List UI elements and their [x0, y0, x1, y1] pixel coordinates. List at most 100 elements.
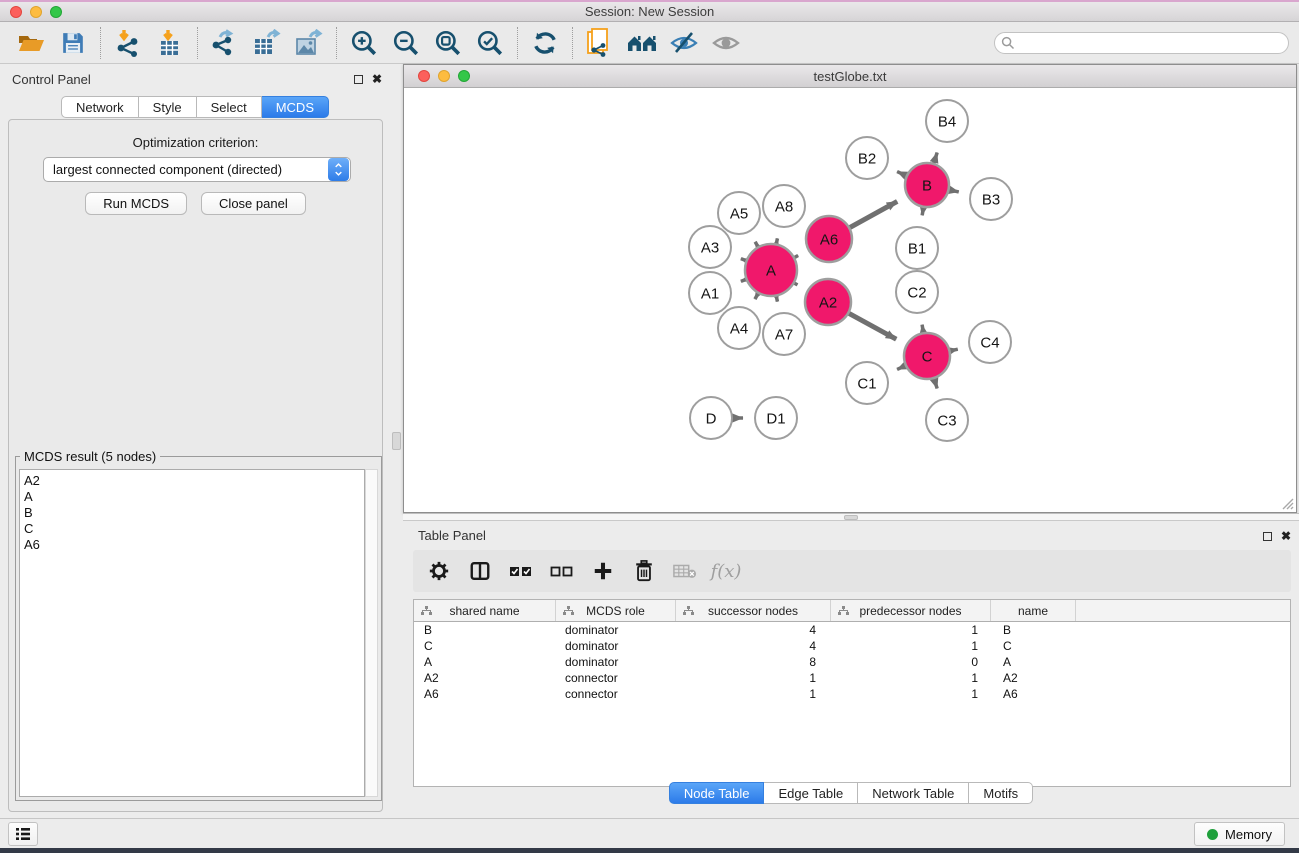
table-cell[interactable]: 1: [831, 622, 991, 638]
graph-edge-A-A3[interactable]: [741, 259, 746, 261]
table-cell[interactable]: C: [414, 638, 556, 654]
zoom-out-button[interactable]: [385, 25, 427, 61]
resize-grip-icon[interactable]: [1278, 494, 1294, 510]
table-cell[interactable]: dominator: [556, 638, 676, 654]
panel-splitter[interactable]: [390, 64, 403, 818]
unselect-all-columns-button[interactable]: [550, 558, 574, 584]
delete-columns-button[interactable]: [632, 558, 656, 584]
column-header-name[interactable]: name: [991, 600, 1076, 621]
export-image-button[interactable]: [288, 25, 330, 61]
graph-edge-C-C1[interactable]: [897, 366, 905, 370]
graph-edge-A2-C[interactable]: [849, 313, 896, 339]
table-row[interactable]: A2connector11A2: [414, 670, 1290, 686]
graph-edge-A-A7[interactable]: [776, 296, 777, 301]
close-panel-icon[interactable]: ✖: [372, 73, 382, 85]
criterion-select[interactable]: largest connected component (directed): [43, 157, 351, 182]
table-cell[interactable]: 1: [831, 686, 991, 702]
memory-button[interactable]: Memory: [1194, 822, 1285, 846]
table-cell[interactable]: 1: [676, 670, 831, 686]
tab-network[interactable]: Network: [61, 96, 139, 118]
close-panel-icon[interactable]: ✖: [1281, 530, 1291, 542]
mcds-result-item[interactable]: C: [24, 521, 364, 537]
hide-selected-button[interactable]: [663, 25, 705, 61]
import-network-button[interactable]: [107, 25, 149, 61]
table-cell[interactable]: dominator: [556, 622, 676, 638]
show-all-button[interactable]: [705, 25, 747, 61]
table-row[interactable]: Cdominator41C: [414, 638, 1290, 654]
graph-edge-C-C3[interactable]: [934, 379, 937, 389]
tab-mcds[interactable]: MCDS: [262, 96, 329, 118]
zoom-in-button[interactable]: [343, 25, 385, 61]
float-panel-icon[interactable]: [354, 75, 363, 84]
graph-edge-A-A2[interactable]: [795, 283, 798, 285]
mcds-result-item[interactable]: B: [24, 505, 364, 521]
apply-layout-button[interactable]: [524, 25, 566, 61]
delete-table-button[interactable]: [673, 558, 697, 584]
table-cell[interactable]: connector: [556, 670, 676, 686]
table-cell[interactable]: 1: [676, 686, 831, 702]
table-row[interactable]: A6connector11A6: [414, 686, 1290, 702]
graph-edge-C-C4[interactable]: [950, 349, 957, 351]
close-panel-button[interactable]: Close panel: [201, 192, 306, 215]
graph-edge-A-A1[interactable]: [741, 280, 746, 282]
show-columns-button[interactable]: [468, 558, 492, 584]
splitter-handle[interactable]: [392, 432, 401, 450]
table-row[interactable]: Bdominator41B: [414, 622, 1290, 638]
table-cell[interactable]: dominator: [556, 654, 676, 670]
table-cell[interactable]: connector: [556, 686, 676, 702]
column-header-shared-name[interactable]: shared name: [414, 600, 556, 621]
table-cell[interactable]: C: [991, 638, 1076, 654]
network-view-titlebar[interactable]: testGlobe.txt: [404, 65, 1296, 88]
column-header-MCDS-role[interactable]: MCDS role: [556, 600, 676, 621]
table-row[interactable]: Adominator80A: [414, 654, 1290, 670]
graph-edge-B-B4[interactable]: [934, 152, 937, 163]
tab-motifs[interactable]: Motifs: [969, 782, 1033, 804]
export-table-button[interactable]: [246, 25, 288, 61]
tab-edge-table[interactable]: Edge Table: [764, 782, 858, 804]
float-panel-icon[interactable]: [1263, 532, 1272, 541]
column-header-successor-nodes[interactable]: successor nodes: [676, 600, 831, 621]
table-cell[interactable]: A6: [414, 686, 556, 702]
graph-edge-A-A4[interactable]: [755, 294, 758, 299]
app-titlebar[interactable]: Session: New Session: [0, 2, 1299, 22]
function-builder-button[interactable]: f(x): [714, 558, 738, 584]
network-canvas[interactable]: B4B2BB3A8A5A6A3B1AA1C2A2A4A7C4CC1C3DD1: [404, 88, 1296, 512]
table-cell[interactable]: B: [991, 622, 1076, 638]
export-network-button[interactable]: [204, 25, 246, 61]
tab-select[interactable]: Select: [197, 96, 262, 118]
graph-edge-B-B3[interactable]: [949, 190, 958, 192]
table-cell[interactable]: A: [414, 654, 556, 670]
table-settings-button[interactable]: [427, 558, 451, 584]
select-all-columns-button[interactable]: [509, 558, 533, 584]
table-cell[interactable]: 4: [676, 622, 831, 638]
tab-network-table[interactable]: Network Table: [858, 782, 969, 804]
table-cell[interactable]: 0: [831, 654, 991, 670]
tab-node-table[interactable]: Node Table: [669, 782, 765, 804]
table-cell[interactable]: B: [414, 622, 556, 638]
table-cell[interactable]: 1: [831, 670, 991, 686]
tab-style[interactable]: Style: [139, 96, 197, 118]
create-column-button[interactable]: [591, 558, 615, 584]
graph-edge-A-A6[interactable]: [795, 255, 798, 257]
table-cell[interactable]: 4: [676, 638, 831, 654]
table-cell[interactable]: A2: [414, 670, 556, 686]
mcds-result-item[interactable]: A2: [24, 473, 364, 489]
save-session-button[interactable]: [52, 25, 94, 61]
table-cell[interactable]: A2: [991, 670, 1076, 686]
network-graph[interactable]: B4B2BB3A8A5A6A3B1AA1C2A2A4A7C4CC1C3DD1: [404, 88, 1296, 512]
table-cell[interactable]: A6: [991, 686, 1076, 702]
first-neighbors-button[interactable]: [621, 25, 663, 61]
import-table-button[interactable]: [149, 25, 191, 61]
mcds-result-list[interactable]: A2ABCA6: [19, 469, 365, 797]
splitter-handle[interactable]: [844, 515, 858, 520]
graph-edge-A-A8[interactable]: [776, 238, 777, 243]
result-list-scrollbar[interactable]: [365, 469, 378, 797]
graph-edge-A6-B[interactable]: [850, 201, 897, 227]
run-mcds-button[interactable]: Run MCDS: [85, 192, 187, 215]
mcds-result-item[interactable]: A: [24, 489, 364, 505]
search-input[interactable]: [1015, 34, 1288, 52]
table-cell[interactable]: 1: [831, 638, 991, 654]
graph-edge-A-A5[interactable]: [755, 242, 758, 247]
table-cell[interactable]: A: [991, 654, 1076, 670]
graph-edge-B-B2[interactable]: [897, 172, 906, 176]
